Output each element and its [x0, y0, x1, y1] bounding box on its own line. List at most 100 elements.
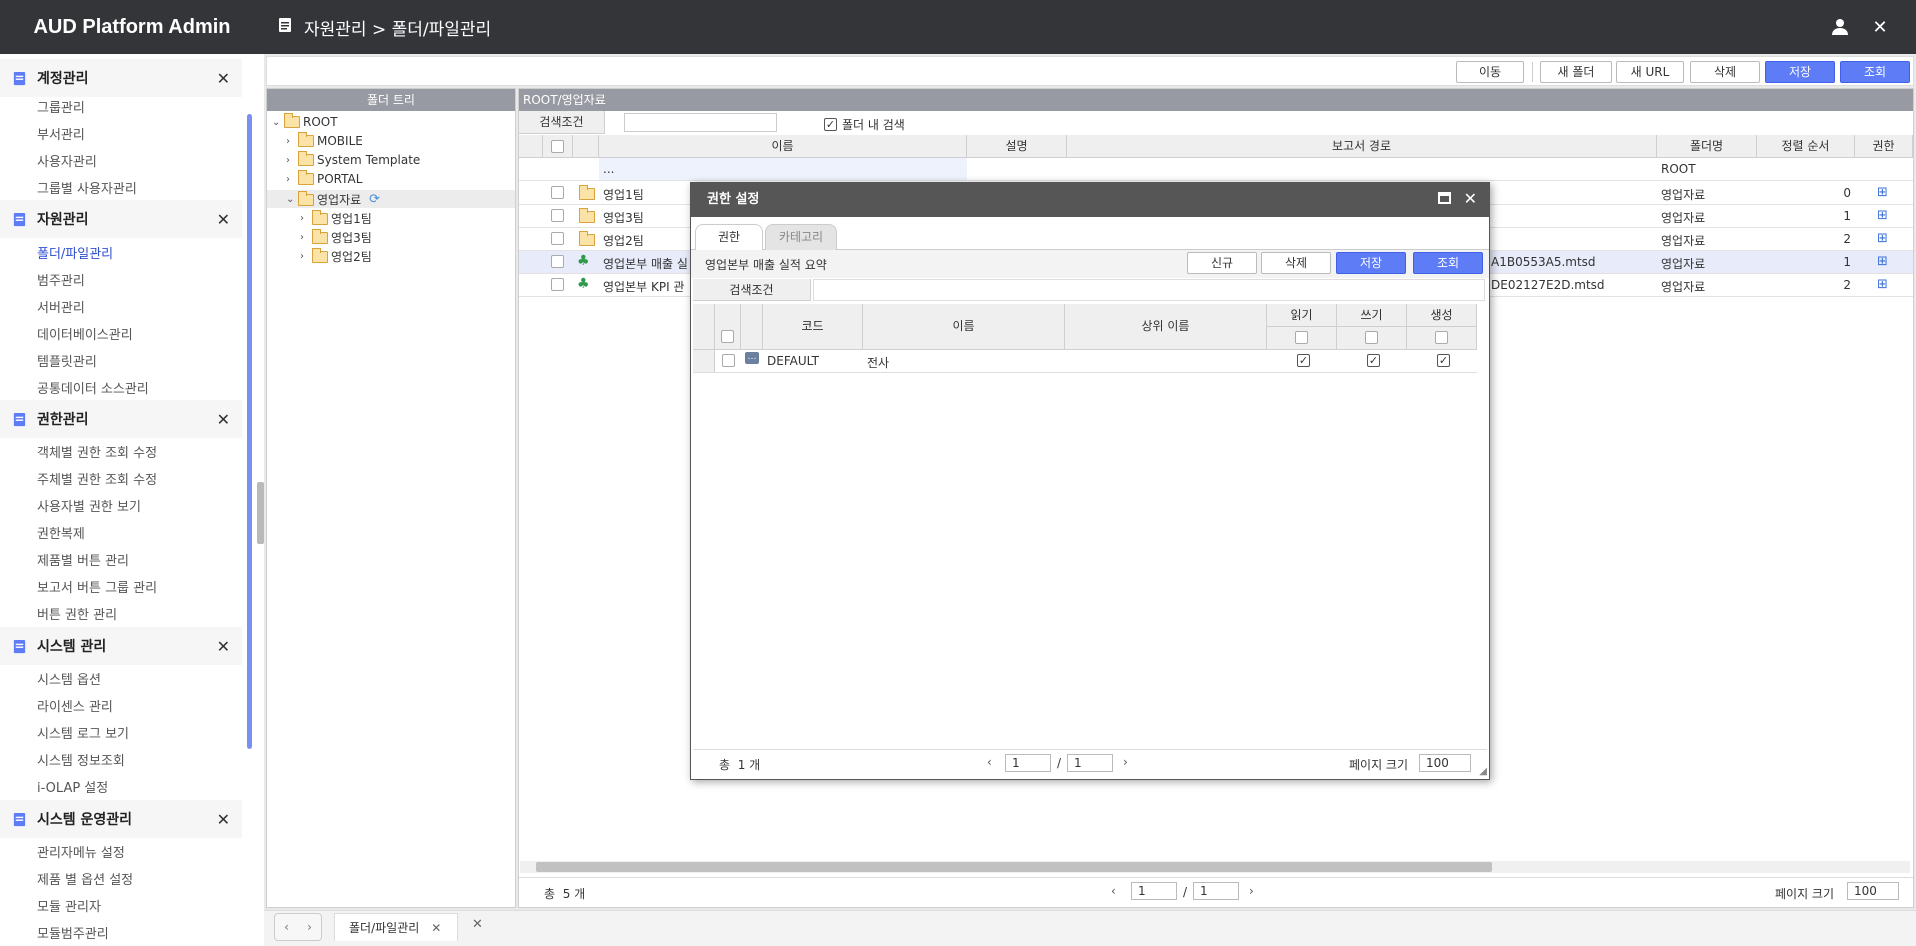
dialog-header-read[interactable]: 읽기 [1267, 304, 1337, 327]
dialog-header-checkbox[interactable] [715, 304, 741, 350]
sidebar-section-operation[interactable]: 시스템 운영관리 ✕ [0, 800, 242, 838]
collapse-arrow-icon[interactable]: › [286, 136, 298, 147]
close-all-tabs-icon[interactable]: ✕ [472, 917, 483, 932]
collapse-arrow-icon[interactable]: › [286, 174, 298, 185]
sidebar-item[interactable]: 모듈범주관리 [37, 923, 109, 942]
checkbox[interactable] [551, 140, 564, 153]
tab-permission[interactable]: 권한 [695, 224, 763, 250]
sidebar-item[interactable]: 템플릿관리 [37, 351, 97, 370]
dialog-save-button[interactable]: 저장 [1336, 252, 1406, 274]
grid-header-report-path[interactable]: 보고서 경로 [1067, 135, 1657, 158]
sidebar-item[interactable]: 보고서 버튼 그룹 관리 [37, 577, 157, 596]
dialog-close-icon[interactable]: ✕ [1464, 189, 1477, 208]
create-all-cell[interactable] [1407, 327, 1477, 350]
sidebar-item[interactable]: 시스템 옵션 [37, 669, 101, 688]
dialog-header-create[interactable]: 생성 [1407, 304, 1477, 327]
sidebar-item[interactable]: 모듈 관리자 [37, 896, 101, 915]
user-icon[interactable] [1828, 15, 1852, 39]
tab-category[interactable]: 카테고리 [765, 224, 837, 250]
collapse-arrow-icon[interactable]: › [286, 155, 298, 166]
expand-icon[interactable]: ⌄ [272, 117, 284, 128]
search-button[interactable]: 조회 [1840, 61, 1910, 83]
scrollbar-thumb[interactable] [536, 862, 1492, 872]
sidebar-item[interactable]: 폴더/파일관리 [37, 243, 113, 262]
table-row[interactable]: ... ROOT [519, 158, 1913, 181]
collapse-icon[interactable]: ✕ [217, 810, 230, 829]
create-checkbox[interactable] [1437, 354, 1450, 367]
sidebar-item[interactable]: 권한복제 [37, 523, 85, 542]
close-icon[interactable]: ✕ [1868, 15, 1892, 39]
collapse-icon[interactable]: ✕ [217, 410, 230, 429]
page-input[interactable]: 1 [1005, 754, 1051, 772]
tree-node-sales-team-2[interactable]: › 영업2팀 [300, 247, 372, 265]
read-checkbox[interactable] [1297, 354, 1310, 367]
dialog-header-write[interactable]: 쓰기 [1337, 304, 1407, 327]
dialog-header-name[interactable]: 이름 [863, 304, 1065, 350]
sidebar-item[interactable]: i-OLAP 설정 [37, 777, 108, 796]
tab-folder-file[interactable]: 폴더/파일관리 ✕ [334, 913, 458, 941]
sidebar-item[interactable]: 관리자메뉴 설정 [37, 842, 125, 861]
maximize-icon[interactable] [1438, 192, 1451, 204]
collapse-arrow-icon[interactable]: › [300, 232, 312, 243]
dialog-header-parent-name[interactable]: 상위 이름 [1065, 304, 1267, 350]
sidebar-item[interactable]: 시스템 로그 보기 [37, 723, 129, 742]
tree-node-root[interactable]: ⌄ ROOT [272, 113, 338, 129]
sidebar-section-resource[interactable]: 자원관리 ✕ [0, 200, 242, 238]
checkbox[interactable] [551, 255, 564, 268]
sidebar-item[interactable]: 사용자별 권한 보기 [37, 496, 141, 515]
page-size-input[interactable]: 100 [1847, 882, 1899, 900]
tree-node-system-template[interactable]: › System Template [286, 151, 420, 167]
collapse-arrow-icon[interactable]: › [300, 251, 312, 262]
dialog-new-button[interactable]: 신규 [1187, 252, 1257, 274]
sidebar-section-system[interactable]: 시스템 관리 ✕ [0, 627, 242, 665]
grid-header-checkbox[interactable] [543, 135, 573, 158]
comment-icon[interactable]: … [745, 352, 759, 364]
sidebar-item[interactable]: 부서관리 [37, 124, 85, 143]
tree-node-sales-team-1[interactable]: › 영업1팀 [300, 209, 372, 227]
sidebar-item[interactable]: 주체별 권한 조회 수정 [37, 469, 157, 488]
grid-header-description[interactable]: 설명 [967, 135, 1067, 158]
tree-node-sales-data[interactable]: ⌄ 영업자료 ⟳ [286, 190, 380, 208]
checkbox[interactable] [551, 186, 564, 199]
permission-icon[interactable]: ⊞ [1877, 277, 1888, 292]
dialog-search-input[interactable] [813, 279, 1485, 301]
save-button[interactable]: 저장 [1765, 61, 1835, 83]
dialog-header-code[interactable]: 코드 [763, 304, 863, 350]
prev-page-icon[interactable]: ‹ [987, 755, 992, 769]
dialog-table-row[interactable]: … DEFAULT 전사 [693, 350, 1477, 373]
sidebar-item[interactable]: 데이터베이스관리 [37, 324, 133, 343]
checkbox[interactable] [722, 354, 735, 367]
sidebar-scrollbar[interactable] [247, 114, 252, 749]
sidebar-item[interactable]: 공통데이터 소스관리 [37, 378, 149, 397]
sidebar-item[interactable]: 제품별 버튼 관리 [37, 550, 129, 569]
dialog-delete-button[interactable]: 삭제 [1261, 252, 1331, 274]
expand-icon[interactable]: ⌄ [286, 194, 298, 205]
permission-icon[interactable]: ⊞ [1877, 254, 1888, 269]
page-input[interactable]: 1 [1131, 882, 1177, 900]
sidebar-section-permission[interactable]: 권한관리 ✕ [0, 400, 242, 438]
page-size-input[interactable]: 100 [1419, 754, 1471, 772]
sidebar-section-account[interactable]: 계정관리 ✕ [0, 59, 242, 97]
next-page-icon[interactable]: › [1249, 884, 1254, 898]
write-checkbox[interactable] [1367, 354, 1380, 367]
grid-header-name[interactable]: 이름 [599, 135, 967, 158]
sidebar-item[interactable]: 그룹별 사용자관리 [37, 178, 137, 197]
tab-prev-icon[interactable]: ‹ [284, 920, 289, 934]
tab-close-icon[interactable]: ✕ [431, 921, 441, 935]
write-all-cell[interactable] [1337, 327, 1407, 350]
checkbox[interactable] [551, 278, 564, 291]
tree-node-portal[interactable]: › PORTAL [286, 170, 362, 186]
read-all-cell[interactable] [1267, 327, 1337, 350]
prev-page-icon[interactable]: ‹ [1111, 884, 1116, 898]
grid-header-folder-name[interactable]: 폴더명 [1657, 135, 1757, 158]
refresh-icon[interactable]: ⟳ [369, 192, 380, 207]
collapse-icon[interactable]: ✕ [217, 69, 230, 88]
search-in-folder-toggle[interactable]: 폴더 내 검색 [824, 116, 905, 133]
tree-node-mobile[interactable]: › MOBILE [286, 132, 363, 148]
new-folder-button[interactable]: 새 폴더 [1540, 61, 1612, 83]
checkbox[interactable] [721, 330, 734, 343]
sidebar-item[interactable]: 제품 별 옵션 설정 [37, 869, 133, 888]
dialog-search-button[interactable]: 조회 [1413, 252, 1483, 274]
sidebar-item[interactable]: 객체별 권한 조회 수정 [37, 442, 157, 461]
move-button[interactable]: 이동 [1456, 61, 1524, 83]
